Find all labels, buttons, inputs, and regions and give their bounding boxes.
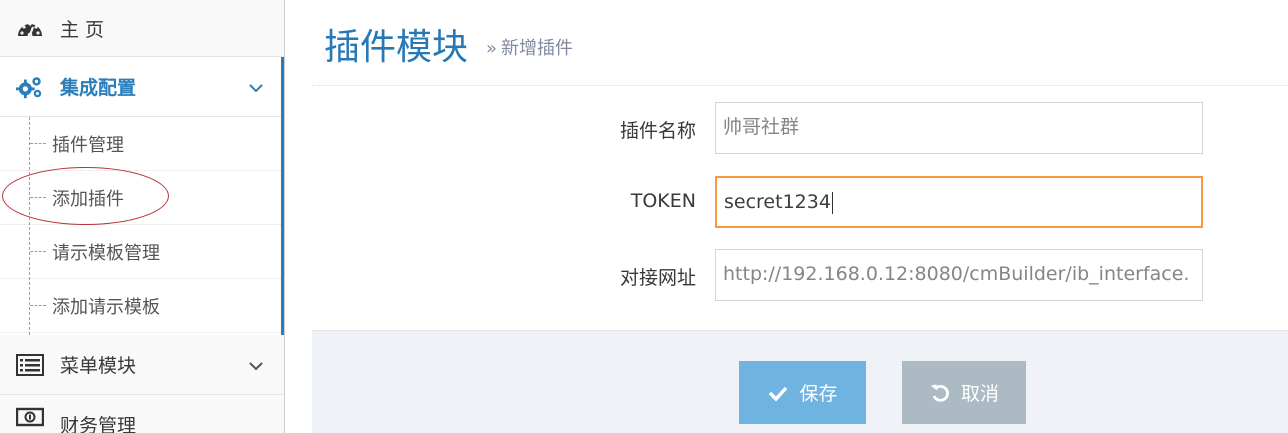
sidebar-item-menu-module[interactable]: 菜单模块 [0,335,284,395]
submenu-integration: 插件管理 添加插件 请示模板管理 添加请示模板 [0,117,281,335]
money-icon [16,403,44,431]
save-button-label: 保存 [799,383,838,405]
page-title: 插件模块 [324,27,469,68]
sidebar-item-label: 主 页 [60,18,105,41]
tree-dash [30,143,46,144]
endpoint-label: 对接网址 [619,267,696,289]
list-icon [16,351,44,379]
main-content: 插件模块 » 新增插件 插件名称 帅哥社群 TOKEN secret1234 对接… [312,0,1288,433]
form-actions: 保存 取消 [312,330,1288,433]
tree-dash [30,251,46,252]
plugin-name-input[interactable]: 帅哥社群 [715,102,1203,154]
sidebar: 主 页 集成配置 插件管理 添加插件 请示模板管理 添加请示模板 菜单模块 财务… [0,0,285,433]
text-caret [831,191,833,214]
token-label: TOKEN [630,190,696,212]
undo-icon [929,382,951,404]
sidebar-item-home[interactable]: 主 页 [0,0,284,57]
red-ellipse-annotation [2,167,169,225]
page-header: 插件模块 » 新增插件 [312,0,1288,86]
check-icon [767,382,789,404]
page-subtitle-text: 新增插件 [501,38,574,59]
sidebar-item-label: 集成配置 [60,77,137,99]
chevron-down-icon [248,357,264,373]
tree-dash [30,305,46,306]
submenu-item-add-template[interactable]: 添加请示模板 [0,279,281,333]
sidebar-item-finance[interactable]: 财务管理 [0,395,284,433]
form-row-endpoint: 对接网址 http://192.168.0.12:8080/cmBuilder/… [312,249,1288,301]
page-subtitle: » 新增插件 [486,34,573,60]
dashboard-gauge-icon [16,14,44,42]
submenu-item-template-manage[interactable]: 请示模板管理 [0,225,281,279]
chevron-down-icon [248,79,264,95]
active-indicator [281,57,284,335]
endpoint-input[interactable]: http://192.168.0.12:8080/cmBuilder/ib_in… [715,249,1203,301]
save-button[interactable]: 保存 [739,361,866,424]
form-row-plugin-name: 插件名称 帅哥社群 [312,102,1288,154]
sidebar-item-label: 财务管理 [60,415,137,433]
submenu-item-label: 请示模板管理 [52,243,160,264]
plugin-name-label: 插件名称 [619,120,696,142]
cancel-button[interactable]: 取消 [902,361,1026,424]
sidebar-item-integration[interactable]: 集成配置 [0,57,284,117]
submenu-item-label: 添加请示模板 [52,297,160,318]
form-row-token: TOKEN secret1234 [312,176,1288,228]
tree-line [29,117,30,335]
token-value: secret1234 [724,191,831,213]
sidebar-item-label: 菜单模块 [60,355,137,377]
double-angle-right-icon: » [486,38,498,59]
cogs-icon [16,73,44,101]
cancel-button-label: 取消 [960,383,999,405]
submenu-item-label: 插件管理 [52,135,124,156]
submenu-item-plugin-manage[interactable]: 插件管理 [0,117,281,171]
token-input[interactable]: secret1234 [715,176,1203,228]
